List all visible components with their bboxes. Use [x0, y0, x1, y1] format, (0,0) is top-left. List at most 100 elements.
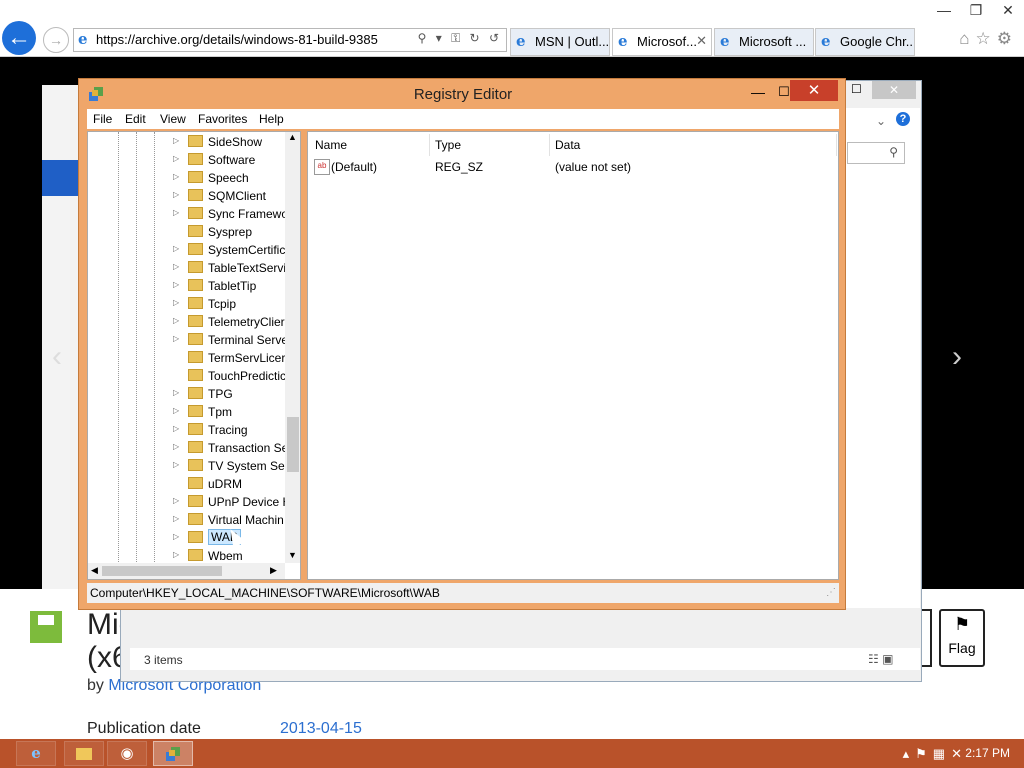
tree-vertical-thumb[interactable] [287, 417, 299, 472]
tree-item[interactable]: ▷ TV System Ser [88, 457, 289, 475]
scroll-up-icon[interactable]: ▲ [288, 132, 297, 142]
tree-item[interactable]: ▷ Tpm [88, 403, 288, 421]
column-data-header[interactable]: Data [555, 138, 580, 152]
expand-arrow-icon[interactable]: ▷ [173, 172, 179, 181]
expand-arrow-icon[interactable]: ▷ [173, 406, 179, 415]
tree-item[interactable]: ▷ SystemCertific [88, 241, 288, 259]
column-separator[interactable] [549, 134, 550, 156]
expand-arrow-icon[interactable]: ▷ [173, 442, 179, 451]
tree-item[interactable]: ▷ Transaction Se [88, 439, 288, 457]
expand-arrow-icon[interactable]: ▷ [173, 208, 179, 217]
tree-item[interactable]: ▷ Sync Framewo [88, 205, 288, 223]
tab-google-chrome[interactable]: e Google Chr... [815, 28, 915, 56]
back-button[interactable]: ← [2, 21, 36, 55]
tree-item[interactable]: ▷ TableTextServi [88, 259, 288, 277]
title-bar[interactable]: Registry Editor — ☐ ✕ [79, 79, 847, 109]
taskbar-network-button[interactable]: ◉ [107, 741, 147, 766]
scroll-down-icon[interactable]: ▼ [288, 550, 297, 560]
expand-arrow-icon[interactable]: ▷ [173, 334, 179, 343]
view-mode-icons[interactable]: ☷ ▣ [868, 652, 893, 666]
menu-help[interactable]: Help [259, 112, 284, 126]
expand-arrow-icon[interactable]: ▷ [173, 298, 179, 307]
tree-item[interactable]: TermServLicer [88, 349, 288, 367]
address-bar[interactable]: e https://archive.org/details/windows-81… [73, 28, 507, 52]
tree-item[interactable]: ▷ Virtual Machin [88, 511, 288, 529]
restore-icon[interactable]: ❐ [960, 0, 992, 20]
expand-arrow-icon[interactable]: ▷ [173, 496, 179, 505]
gear-icon[interactable]: ⚙ [997, 29, 1018, 48]
tree-item[interactable]: ▷ UPnP Device H [88, 493, 291, 511]
tree-item[interactable]: ▷ TelemetryClier [88, 313, 288, 331]
tab-microsoft-active[interactable]: e Microsof... ✕ [612, 28, 712, 56]
resize-grip-icon[interactable]: ⋰ [826, 587, 836, 598]
expand-arrow-icon[interactable]: ▷ [173, 424, 179, 433]
expand-arrow-icon[interactable]: ▷ [173, 460, 179, 469]
value-name[interactable]: (Default) [331, 160, 377, 174]
taskbar-explorer-button[interactable] [64, 741, 104, 766]
tree-item[interactable]: ▷ Tracing [88, 421, 288, 439]
tree-item[interactable]: ▷ Speech [88, 169, 288, 187]
tree-item[interactable]: ▷ SideShow [88, 133, 288, 151]
favorites-icon[interactable]: ☆ [976, 29, 997, 48]
expand-arrow-icon[interactable]: ▷ [173, 514, 179, 523]
menu-edit[interactable]: Edit [125, 112, 146, 126]
network-icon[interactable]: ▦ [933, 746, 951, 761]
expand-arrow-icon[interactable]: ▷ [173, 262, 179, 271]
chevron-left-icon[interactable]: ‹ [52, 340, 62, 374]
column-name-header[interactable]: Name [315, 138, 347, 152]
tree-item[interactable]: ▷ WAB [88, 529, 288, 547]
close-tab-icon[interactable]: ✕ [696, 33, 707, 49]
column-separator[interactable] [429, 134, 430, 156]
tree-item[interactable]: ▷ SQMClient [88, 187, 288, 205]
menu-file[interactable]: File [93, 112, 112, 126]
tree-item[interactable]: ▷ TabletTip [88, 277, 288, 295]
expand-arrow-icon[interactable]: ▷ [173, 154, 179, 163]
expand-arrow-icon[interactable]: ▷ [173, 316, 179, 325]
minimize-button[interactable]: — [747, 83, 769, 101]
action-center-flag-icon[interactable]: ⚑ [915, 746, 933, 761]
forward-button[interactable]: → [43, 27, 69, 53]
tree-item[interactable]: TouchPredictic [88, 367, 288, 385]
column-separator[interactable] [836, 134, 837, 156]
explorer-search-input[interactable]: ⚲ [847, 142, 905, 164]
close-button[interactable]: ✕ [790, 80, 838, 101]
column-type-header[interactable]: Type [435, 138, 461, 152]
tree-vertical-scrollbar[interactable]: ▲ ▼ [285, 132, 300, 563]
address-actions-icon[interactable]: ⚲ ▾ ⚿ ↻ ↺ [418, 31, 502, 46]
expand-arrow-icon[interactable]: ▷ [173, 190, 179, 199]
tree-horizontal-thumb[interactable] [102, 566, 222, 576]
home-icon[interactable]: ⌂ [959, 29, 975, 48]
expand-arrow-icon[interactable]: ▷ [173, 280, 179, 289]
tree-item[interactable]: ▷ Terminal Serve [88, 331, 288, 349]
flag-button[interactable]: ⚑ Flag [939, 609, 985, 667]
taskbar-ie-button[interactable]: e [16, 741, 56, 766]
show-hidden-icon[interactable]: ▴ [903, 746, 916, 761]
expand-arrow-icon[interactable]: ▷ [173, 532, 179, 541]
registry-tree[interactable]: ▷ SideShow ▷ Software ▷ Speech ▷ SQMClient ▷ Sync… [87, 131, 301, 580]
expand-arrow-icon[interactable]: ▷ [173, 136, 179, 145]
expand-arrow-icon[interactable]: ▷ [173, 244, 179, 253]
tree-item[interactable]: ▷ Tcpip [88, 295, 288, 313]
scroll-left-icon[interactable]: ◀ [91, 565, 98, 576]
chevron-right-icon[interactable]: › [952, 340, 962, 374]
minimize-icon[interactable]: — [928, 0, 960, 20]
chevron-down-icon[interactable]: ⌄ [876, 114, 886, 128]
menu-favorites[interactable]: Favorites [198, 112, 247, 126]
close-icon[interactable]: ✕ [992, 0, 1024, 20]
tree-item[interactable]: uDRM [88, 475, 288, 493]
expand-arrow-icon[interactable]: ▷ [173, 550, 179, 559]
tab-microsoft[interactable]: e Microsoft ... [714, 28, 814, 56]
publication-date-value[interactable]: 2013-04-15 [280, 720, 362, 738]
tree-item[interactable]: Sysprep [88, 223, 288, 241]
expand-arrow-icon[interactable]: ▷ [173, 388, 179, 397]
taskbar-clock[interactable]: 2:17 PM [965, 746, 1010, 760]
help-icon[interactable]: ? [896, 112, 910, 126]
menu-view[interactable]: View [160, 112, 186, 126]
tree-item[interactable]: ▷ TPG [88, 385, 288, 403]
maximize-icon[interactable]: ☐ [851, 82, 862, 96]
tree-item[interactable]: ▷ Software [88, 151, 288, 169]
close-icon[interactable]: ✕ [872, 81, 916, 99]
scroll-right-icon[interactable]: ▶ [270, 565, 277, 576]
values-pane[interactable]: Name Type Data ab (Default) REG_SZ (valu… [307, 131, 839, 580]
tab-msn[interactable]: e MSN | Outl... [510, 28, 610, 56]
